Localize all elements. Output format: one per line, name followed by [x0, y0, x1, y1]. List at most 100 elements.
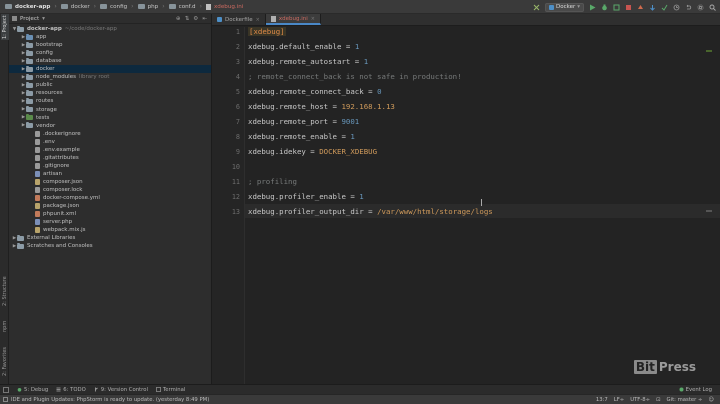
tool-tab-debug[interactable]: 5: Debug — [17, 387, 48, 393]
tree-item[interactable]: ▶ database — [9, 57, 211, 65]
tab-xdebug-ini[interactable]: xdebug.ini × — [265, 14, 321, 25]
undo-icon[interactable] — [685, 4, 692, 11]
lock-icon[interactable]: ⊡ — [656, 397, 660, 403]
tree-item-label: Scratches and Consoles — [27, 243, 93, 250]
target-icon[interactable]: ⊕ — [176, 16, 181, 22]
vcs-commit-icon[interactable] — [661, 4, 668, 11]
close-icon[interactable]: × — [311, 16, 315, 22]
inspector-icon[interactable]: ☺ — [708, 397, 714, 403]
tree-item[interactable]: .dockerignore — [9, 130, 211, 138]
tree-item-label: public — [36, 82, 53, 89]
scrollbar-marker[interactable] — [706, 50, 712, 52]
code-line: xdebug.remote_connect_back = 0 — [248, 87, 382, 96]
tree-item[interactable]: ▶ config — [9, 49, 211, 57]
tree-item[interactable]: composer.json — [9, 178, 211, 186]
tree-item-label: storage — [36, 106, 57, 113]
line-number: 10 — [231, 163, 240, 171]
tree-item-label: .gitattributes — [43, 154, 79, 161]
tool-tab-structure[interactable]: 2: Structure — [1, 276, 9, 306]
tool-tab-favorites[interactable]: 2: Favorites — [1, 344, 9, 378]
breadcrumb-item[interactable]: docker-app — [2, 0, 53, 14]
tree-item[interactable]: ▼ docker-app ~/code/docker-app — [9, 25, 211, 33]
tree-item[interactable]: ▶ vendor — [9, 122, 211, 130]
tool-tab-todo[interactable]: 6: TODO — [56, 387, 86, 393]
tree-item[interactable]: webpack.mix.js — [9, 226, 211, 234]
caret-position[interactable]: 13:7 — [596, 397, 608, 403]
tree-item[interactable]: package.json — [9, 202, 211, 210]
line-separator[interactable]: LF÷ — [614, 397, 624, 403]
tree-item[interactable]: ▶ node_modules library root — [9, 73, 211, 81]
line-number: 4 — [235, 73, 240, 81]
breadcrumb-separator: › — [131, 3, 134, 10]
tool-tab-project[interactable]: 1: Project — [1, 14, 9, 40]
chevron-down-icon[interactable]: ▾ — [42, 16, 45, 22]
coverage-icon[interactable] — [613, 4, 620, 11]
tab-dockerfile[interactable]: Dockerfile × — [212, 14, 266, 25]
line-number: 13 — [231, 208, 240, 216]
tree-item[interactable]: ▶ storage — [9, 106, 211, 114]
project-panel-header: Project ▾ ⊕ ⇅ ⚙ ⇤ — [9, 14, 211, 24]
breadcrumb-item[interactable]: conf.d — [166, 0, 199, 14]
hide-icon[interactable]: ⇤ — [202, 16, 207, 22]
code-token: DOCKER_XDEBUG — [319, 147, 378, 156]
collapse-icon[interactable]: ⇅ — [185, 16, 190, 22]
folder-icon — [26, 81, 33, 88]
code-token: ; profiling — [248, 177, 297, 186]
tree-item[interactable]: ▶ app — [9, 33, 211, 41]
tree-item[interactable]: .gitattributes — [9, 154, 211, 162]
breadcrumb-item[interactable]: php — [135, 0, 162, 14]
code-token: = — [328, 117, 342, 126]
tree-item[interactable]: ▶ bootstrap — [9, 41, 211, 49]
vcs-update-icon[interactable] — [649, 4, 656, 11]
tree-item[interactable]: phpunit.xml — [9, 210, 211, 218]
tree-item[interactable]: ▶ public — [9, 81, 211, 89]
breadcrumb-item[interactable]: docker — [58, 0, 93, 14]
tree-item[interactable]: ▶ docker — [9, 65, 211, 74]
search-icon[interactable] — [709, 4, 716, 11]
breadcrumb-item[interactable]: config — [97, 0, 130, 14]
run-icon[interactable] — [589, 4, 596, 11]
file-encoding[interactable]: UTF-8÷ — [630, 397, 650, 403]
tree-item[interactable]: .gitignore — [9, 162, 211, 170]
text-cursor — [481, 199, 482, 206]
code-token: ; remote_connect_back is not safe in pro… — [248, 72, 462, 81]
tree-item-label: docker-app — [27, 26, 62, 32]
tree-item[interactable]: ▶ resources — [9, 89, 211, 97]
tree-item[interactable]: docker-compose.yml — [9, 194, 211, 202]
tree-item[interactable]: .env.example — [9, 146, 211, 154]
scrollbar-marker[interactable] — [706, 210, 712, 212]
build-icon[interactable] — [533, 4, 540, 11]
tree-item[interactable]: ▶ tests — [9, 114, 211, 122]
tool-tab-npm[interactable]: npm — [1, 319, 9, 333]
close-icon[interactable]: × — [256, 17, 260, 23]
tool-tab-version-control[interactable]: 9: Version Control — [94, 387, 148, 393]
code-line: xdebug.remote_host = 192.168.1.13 — [248, 102, 395, 111]
stop-icon[interactable] — [625, 4, 632, 11]
tool-tab-terminal[interactable]: Terminal — [155, 387, 185, 393]
status-message[interactable]: IDE and Plugin Updates: PhpStorm is read… — [11, 397, 209, 403]
file-icon — [35, 170, 40, 177]
code-line: [xdebug] — [248, 27, 286, 36]
run-configuration-select[interactable]: Docker ▾ — [544, 2, 584, 12]
event-log-button[interactable]: Event Log — [679, 387, 712, 393]
vcs-branch[interactable]: Git: master ÷ — [667, 397, 703, 403]
history-icon[interactable] — [673, 4, 680, 11]
code-token: = — [337, 132, 351, 141]
library-icon — [17, 234, 24, 241]
line-number: 3 — [235, 58, 240, 66]
settings-icon[interactable] — [697, 4, 704, 11]
tool-windows-icon[interactable] — [3, 386, 9, 393]
debug-icon[interactable] — [601, 4, 608, 11]
tree-item[interactable]: .env — [9, 138, 211, 146]
tree-item[interactable]: ▶ routes — [9, 97, 211, 105]
project-panel: Project ▾ ⊕ ⇅ ⚙ ⇤ ▼ docker-app ~/code/dock… — [9, 14, 212, 384]
tree-item[interactable]: ▶ Scratches and Consoles — [9, 242, 211, 250]
tree-item[interactable]: server.php — [9, 218, 211, 226]
folder-icon — [26, 106, 33, 112]
listen-debug-icon[interactable] — [637, 4, 644, 11]
gear-icon[interactable]: ⚙ — [193, 16, 198, 22]
tree-item[interactable]: composer.lock — [9, 186, 211, 194]
breadcrumb-item[interactable]: xdebug.ini — [203, 0, 246, 14]
tree-item[interactable]: ▶ External Libraries — [9, 234, 211, 242]
tree-item[interactable]: artisan — [9, 170, 211, 178]
